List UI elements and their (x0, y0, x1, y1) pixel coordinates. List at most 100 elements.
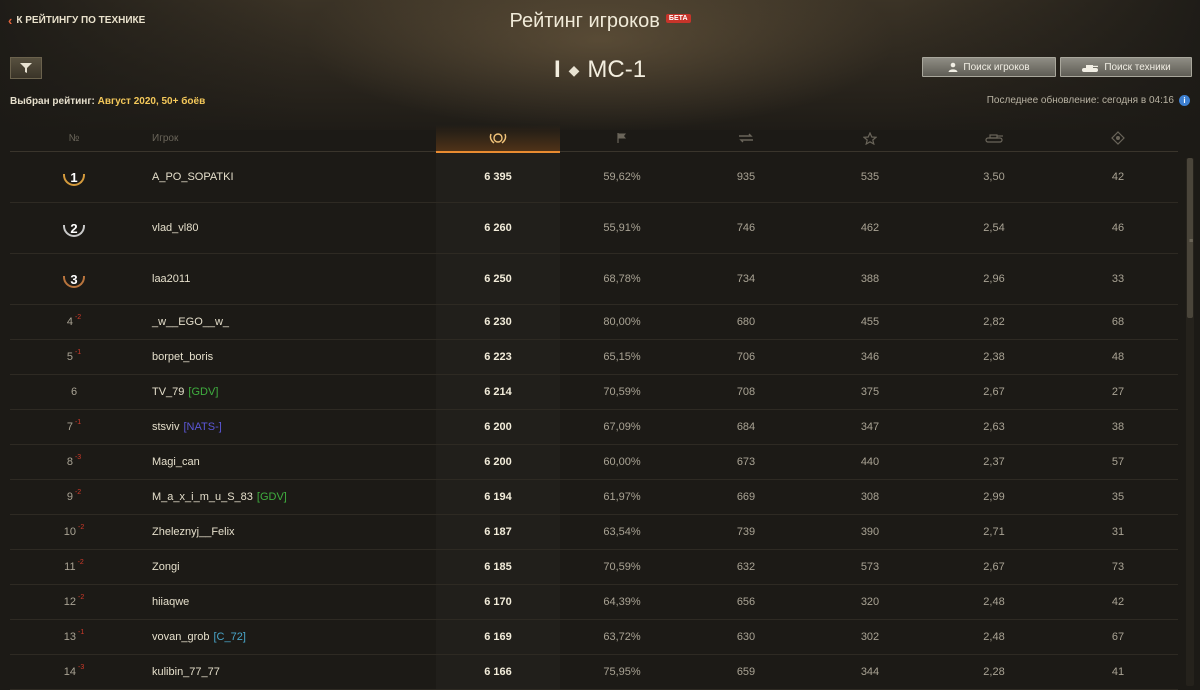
table-row[interactable]: 5 -1 borpet_boris 6 223 65,15% 706 346 2,38 48 (10, 340, 1178, 375)
grip-icon: ≡ (1188, 238, 1194, 245)
info-icon[interactable]: i (1179, 95, 1190, 106)
avg-spotted-cell: 48 (1111, 351, 1125, 363)
player-name[interactable]: hiiaqwe (152, 596, 189, 608)
table-row[interactable]: 7 -1 stsviv [NATS-] 6 200 67,09% 684 347 2,63 38 (10, 410, 1178, 445)
avg-damage-cell: 659 (736, 666, 756, 678)
avg-spotted-cell: 57 (1111, 456, 1125, 468)
table-row[interactable]: 3 laa2011 6 250 68,78% 734 388 2,96 33 (10, 254, 1178, 305)
player-name[interactable]: _w__EGO__w_ (152, 316, 229, 328)
avg-frags-cell: 2,96 (983, 273, 1005, 285)
player-cell: M_a_x_i_m_u_S_83 [GDV] (152, 480, 452, 514)
rank-cell: 10 -2 (54, 515, 94, 549)
avg-frags-cell: 2,82 (983, 316, 1005, 328)
table-row[interactable]: 12 -2 hiiaqwe 6 170 64,39% 656 320 2,48 42 (10, 585, 1178, 620)
table-row[interactable]: 9 -2 M_a_x_i_m_u_S_83 [GDV] 6 194 61,97% 669 30… (10, 480, 1178, 515)
clan-tag[interactable]: [NATS-] (184, 421, 222, 433)
avg-spotted-cell: 46 (1111, 222, 1125, 234)
avg-spotted-cell: 31 (1111, 526, 1125, 538)
player-name[interactable]: vlad_vl80 (152, 222, 198, 234)
avg-spotted-cell: 41 (1111, 666, 1125, 678)
avg-spotted-cell: 42 (1111, 596, 1125, 608)
win-rate-cell: 70,59% (603, 386, 641, 398)
rank-cell: 5 -1 (54, 340, 94, 374)
clan-tag[interactable]: [GDV] (257, 491, 287, 503)
rating-score-cell: 6 166 (484, 666, 512, 678)
table-row[interactable]: 13 -1 vovan_grob [C_72] 6 169 63,72% 630 302 2,4… (10, 620, 1178, 655)
column-rating-score[interactable] (436, 125, 560, 153)
player-name[interactable]: kulibin_77_77 (152, 666, 220, 678)
table-row[interactable]: 6 TV_79 [GDV] 6 214 70,59% 708 375 2,67 27 (10, 375, 1178, 410)
avg-damage-cell: 734 (736, 273, 756, 285)
column-win-rate[interactable] (560, 125, 684, 151)
player-name[interactable]: stsviv (152, 421, 180, 433)
player-name[interactable]: vovan_grob (152, 631, 210, 643)
tank-icon (1082, 64, 1099, 72)
search-tech-button[interactable]: Поиск техники (1060, 57, 1192, 77)
table-row[interactable]: 10 -2 Zheleznyj__Felix 6 187 63,54% 739 390 2,7… (10, 515, 1178, 550)
table-row[interactable]: 1 A_PO_SOPATKI 6 395 59,62% 935 535 3,50 42 (10, 152, 1178, 203)
column-rank[interactable]: № (54, 125, 94, 151)
avg-frags-cell: 2,28 (983, 666, 1005, 678)
win-rate-cell: 61,97% (603, 491, 641, 503)
star-icon (863, 131, 877, 145)
last-update-text: Последнее обновление: сегодня в 04:16 (986, 95, 1174, 106)
win-rate-cell: 67,09% (603, 421, 641, 433)
avg-experience-cell: 462 (860, 222, 880, 234)
scrollbar-thumb[interactable]: ≡ (1187, 158, 1193, 318)
rating-score-cell: 6 223 (484, 351, 512, 363)
rank-change: -3 (78, 663, 85, 671)
table-row[interactable]: 14 -3 kulibin_77_77 6 166 75,95% 659 344 2,28 41 (10, 655, 1178, 690)
win-rate-cell: 70,59% (603, 561, 641, 573)
table-row[interactable]: 11 -2 Zongi 6 185 70,59% 632 573 2,67 73 (10, 550, 1178, 585)
avg-frags-cell: 2,63 (983, 421, 1005, 433)
player-cell: borpet_boris (152, 340, 452, 374)
avg-damage-cell: 656 (736, 596, 756, 608)
avg-experience-cell: 535 (860, 171, 880, 183)
search-players-label: Поиск игроков (963, 61, 1030, 73)
clan-tag[interactable]: [C_72] (214, 631, 246, 643)
page-title: Рейтинг игроков (509, 10, 660, 32)
column-experience[interactable] (808, 125, 932, 151)
column-spotted[interactable] (1056, 125, 1180, 151)
scrollbar[interactable]: ≡ (1186, 158, 1194, 686)
clan-tag[interactable]: [GDV] (188, 386, 218, 398)
avg-frags-cell: 2,37 (983, 456, 1005, 468)
avg-spotted-cell: 33 (1111, 273, 1125, 285)
rank-number: 1 (70, 169, 78, 185)
table-row[interactable]: 2 vlad_vl80 6 260 55,91% 746 462 2,54 46 (10, 203, 1178, 254)
column-frags[interactable] (932, 125, 1056, 151)
avg-frags-cell: 2,38 (983, 351, 1005, 363)
avg-frags-cell: 2,48 (983, 631, 1005, 643)
vehicle-tier: I (553, 56, 561, 83)
rating-score-cell: 6 230 (484, 316, 512, 328)
bronze-medal-icon: 3 (63, 270, 85, 288)
rating-score-cell: 6 250 (484, 273, 512, 285)
player-name[interactable]: M_a_x_i_m_u_S_83 (152, 491, 253, 503)
player-cell: _w__EGO__w_ (152, 305, 452, 339)
player-name[interactable]: A_PO_SOPATKI (152, 171, 234, 183)
avg-damage-cell: 673 (736, 456, 756, 468)
avg-spotted-cell: 38 (1111, 421, 1125, 433)
player-name[interactable]: laa2011 (152, 273, 190, 285)
player-name[interactable]: borpet_boris (152, 351, 213, 363)
selected-rating-value[interactable]: Август 2020, 50+ боёв (98, 96, 206, 107)
rating-score-cell: 6 170 (484, 596, 512, 608)
avg-damage-cell: 935 (736, 171, 756, 183)
rank-cell: 8 -3 (54, 445, 94, 479)
table-row[interactable]: 4 -2 _w__EGO__w_ 6 230 80,00% 680 455 2,82 68 (10, 305, 1178, 340)
filter-button[interactable] (10, 57, 42, 79)
player-cell: Zheleznyj__Felix (152, 515, 452, 549)
column-player[interactable]: Игрок (152, 125, 212, 151)
player-cell: vlad_vl80 (152, 203, 452, 253)
search-players-button[interactable]: Поиск игроков (922, 57, 1056, 77)
player-name[interactable]: Zongi (152, 561, 180, 573)
player-name[interactable]: Magi_can (152, 456, 200, 468)
column-damage[interactable] (684, 125, 808, 151)
rating-score-cell: 6 395 (484, 171, 512, 183)
rank-number: 6 (70, 386, 78, 398)
win-rate-cell: 55,91% (603, 222, 641, 234)
table-row[interactable]: 8 -3 Magi_can 6 200 60,00% 673 440 2,37 57 (10, 445, 1178, 480)
player-name[interactable]: TV_79 (152, 386, 184, 398)
player-name[interactable]: Zheleznyj__Felix (152, 526, 235, 538)
rank-cell: 4 -2 (54, 305, 94, 339)
